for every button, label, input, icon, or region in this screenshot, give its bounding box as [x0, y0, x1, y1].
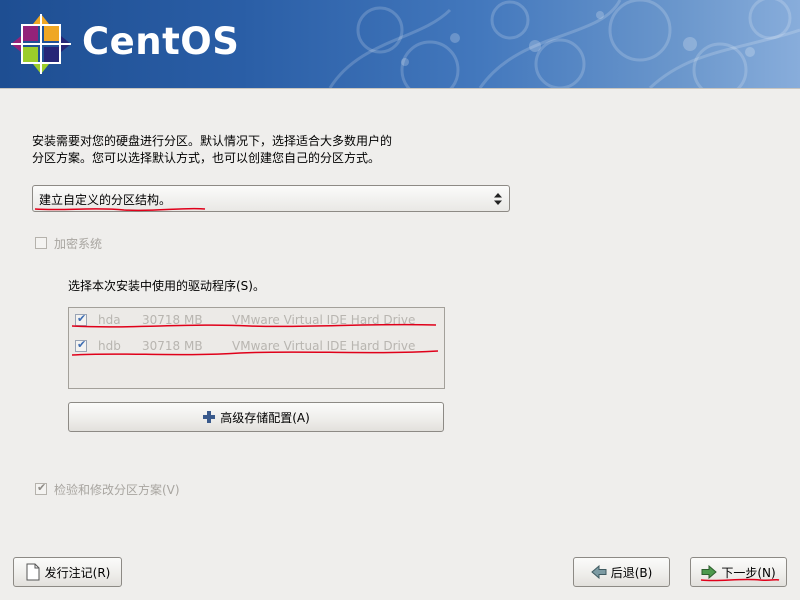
plus-icon: [203, 411, 216, 423]
check-icon: ✔: [77, 312, 87, 325]
partition-layout-value: 建立自定义的分区结构。: [39, 193, 172, 207]
centos-banner: CentOS: [0, 0, 800, 88]
intro-line-2: 分区方案。您可以选择默认方式，也可以创建您自己的分区方式。: [32, 151, 381, 165]
drive-hda-checkbox[interactable]: ✔: [75, 312, 87, 326]
check-icon: ✔: [37, 481, 47, 494]
intro-line-1: 安装需要对您的硬盘进行分区。默认情况下，选择适合大多数用户的: [32, 134, 393, 148]
release-notes-button[interactable]: 发行注记(R): [13, 557, 122, 587]
arrow-right-icon: [701, 565, 718, 579]
encrypt-checkbox[interactable]: [35, 237, 47, 249]
drive-row-hdb[interactable]: ✔ hdb 30718 MB VMware Virtual IDE Hard D…: [69, 335, 444, 357]
drive-model: VMware Virtual IDE Hard Drive: [232, 313, 416, 327]
next-label: 下一步(N): [721, 565, 776, 580]
drive-list: ✔ hda 30718 MB VMware Virtual IDE Hard D…: [68, 307, 445, 389]
drive-hdb-checkbox[interactable]: ✔: [75, 338, 87, 352]
drive-model: VMware Virtual IDE Hard Drive: [232, 339, 416, 353]
drive-list-heading: 选择本次安装中使用的驱动程序(S)。: [68, 279, 265, 293]
advanced-storage-button[interactable]: 高级存储配置(A): [68, 402, 444, 432]
drive-row-hda[interactable]: ✔ hda 30718 MB VMware Virtual IDE Hard D…: [69, 309, 444, 331]
updown-arrow-icon: [494, 193, 502, 205]
drive-size: 30718 MB: [142, 339, 203, 353]
drive-size: 30718 MB: [142, 313, 203, 327]
advanced-storage-label: 高级存储配置(A): [220, 410, 310, 425]
encrypt-label: 加密系统: [54, 237, 103, 251]
partition-intro-text: 安装需要对您的硬盘进行分区。默认情况下，选择适合大多数用户的 分区方案。您可以选…: [32, 133, 632, 167]
back-label: 后退(B): [610, 565, 653, 580]
arrow-left-icon: [590, 565, 607, 579]
drive-device: hda: [98, 313, 121, 327]
banner-divider: [0, 88, 800, 89]
drive-device: hdb: [98, 339, 121, 353]
review-checkbox[interactable]: ✔: [35, 481, 47, 495]
document-icon: [26, 563, 40, 581]
centos-logo-icon: [11, 14, 71, 74]
back-button[interactable]: 后退(B): [573, 557, 670, 587]
review-label: 检验和修改分区方案(V): [54, 483, 180, 497]
next-button[interactable]: 下一步(N): [690, 557, 787, 587]
release-notes-label: 发行注记(R): [44, 565, 111, 580]
check-icon: ✔: [77, 338, 87, 351]
centos-brand-text: CentOS: [82, 20, 240, 63]
partition-layout-select[interactable]: 建立自定义的分区结构。: [32, 185, 510, 212]
